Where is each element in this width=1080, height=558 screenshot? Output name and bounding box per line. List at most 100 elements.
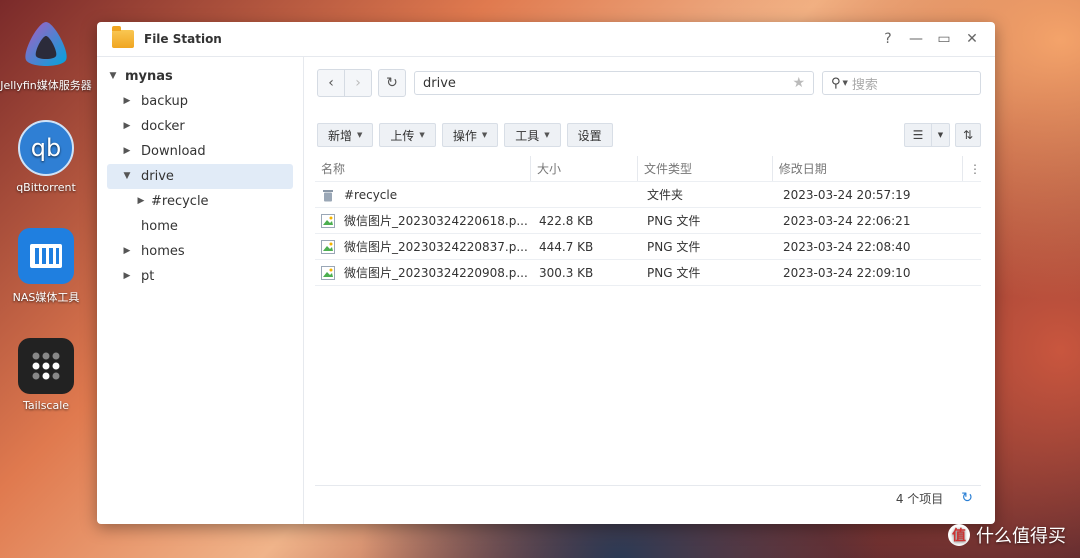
column-header-size[interactable]: 大小	[531, 156, 639, 181]
file-station-window: File Station ? — ▭ ✕ ▼ mynas ▶ backup ▶ …	[97, 22, 995, 524]
trash-icon	[323, 189, 333, 201]
button-label: 上传	[390, 128, 415, 143]
settings-button[interactable]: 设置	[566, 123, 613, 147]
watermark-text: 什么值得买	[976, 526, 1066, 547]
view-mode-dropdown[interactable]: ▼	[932, 123, 950, 147]
file-name: 微信图片_20230324220837.p...	[344, 240, 528, 254]
forward-button[interactable]: ›	[345, 69, 372, 97]
list-view-button[interactable]: ☰	[904, 123, 932, 147]
file-modified: 2023-03-24 20:57:19	[783, 187, 911, 202]
column-menu-button[interactable]: ⋮	[963, 156, 981, 181]
caret-down-icon[interactable]: ▼	[843, 79, 848, 87]
caret-down-icon: ▼	[937, 131, 944, 139]
tree-label: docker	[141, 119, 185, 134]
tree-label: drive	[141, 169, 174, 184]
caret-right-icon[interactable]: ▶	[121, 264, 133, 289]
nas-media-tool-icon	[18, 228, 74, 284]
search-input[interactable]: ⚲ ▼ 搜索	[822, 71, 981, 95]
caret-down-icon[interactable]: ▼	[107, 64, 119, 89]
table-header: 名称 大小 文件类型 修改日期 ⋮	[315, 156, 981, 182]
image-file-icon	[321, 239, 335, 254]
new-button[interactable]: 新增 ▼	[317, 123, 374, 147]
file-size: 300.3 KB	[539, 265, 594, 280]
caret-down-icon[interactable]: ▼	[121, 164, 133, 189]
window-title: File Station	[144, 32, 222, 46]
column-header-type[interactable]: 文件类型	[638, 156, 773, 181]
caret-right-icon[interactable]: ▶	[121, 114, 133, 139]
qbittorrent-icon: qb	[18, 120, 74, 176]
close-button[interactable]: ✕	[965, 31, 979, 47]
status-bar: 4 个项目 ↻	[315, 485, 981, 510]
tree-item-homes[interactable]: ▶ homes	[107, 239, 293, 264]
file-name: 微信图片_20230324220908.p...	[344, 266, 528, 280]
caret-down-icon: ▼	[481, 131, 488, 139]
caret-right-icon[interactable]: ▶	[121, 139, 133, 164]
tree-item-home[interactable]: home	[107, 214, 293, 239]
tree-label: Download	[141, 144, 206, 159]
table-row[interactable]: 微信图片_20230324220837.p... 444.7 KB PNG 文件…	[315, 234, 981, 260]
search-icon[interactable]: ⚲	[831, 76, 841, 91]
chevron-left-icon: ‹	[328, 75, 334, 91]
sort-button[interactable]: ⇅	[955, 123, 981, 147]
button-label: 工具	[515, 128, 540, 143]
toolbar: 新增 ▼ 上传 ▼ 操作 ▼ 工具 ▼ 设置 ☰ ▼ ⇅	[317, 123, 981, 147]
table-row[interactable]: #recycle 文件夹 2023-03-24 20:57:19	[315, 182, 981, 208]
caret-right-icon[interactable]: ▶	[121, 89, 133, 114]
file-name: 微信图片_20230324220618.p...	[344, 214, 528, 228]
file-type: PNG 文件	[647, 240, 701, 254]
upload-button[interactable]: 上传 ▼	[379, 123, 436, 147]
tree-item-docker[interactable]: ▶ docker	[107, 114, 293, 139]
desktop-icon-qbittorrent[interactable]: qb qBittorrent	[0, 120, 92, 194]
tree-label: pt	[141, 269, 155, 284]
window-titlebar[interactable]: File Station ? — ▭ ✕	[97, 22, 995, 57]
star-icon[interactable]: ★	[792, 75, 805, 91]
sort-icon: ⇅	[962, 128, 974, 142]
maximize-button[interactable]: ▭	[937, 31, 951, 47]
desktop-icon-label: Jellyfin媒体服务器	[0, 79, 92, 92]
action-button[interactable]: 操作 ▼	[441, 123, 499, 147]
watermark-badge: 值	[948, 524, 970, 546]
tree-label: home	[141, 219, 178, 234]
back-button[interactable]: ‹	[317, 69, 345, 97]
tree-item-download[interactable]: ▶ Download	[107, 139, 293, 164]
chevron-right-icon: ›	[355, 75, 361, 91]
file-modified: 2023-03-24 22:09:10	[783, 265, 911, 280]
more-vertical-icon: ⋮	[969, 161, 982, 176]
item-count: 4 个项目	[895, 491, 944, 506]
jellyfin-icon	[18, 16, 74, 72]
refresh-icon[interactable]: ↻	[961, 490, 973, 506]
minimize-button[interactable]: —	[909, 31, 923, 47]
file-name: #recycle	[344, 187, 398, 202]
tree-root-mynas[interactable]: ▼ mynas	[107, 64, 293, 89]
desktop-icon-nas-media-tool[interactable]: NAS媒体工具	[0, 228, 92, 305]
caret-down-icon: ▼	[544, 131, 550, 139]
tools-button[interactable]: 工具 ▼	[504, 123, 561, 147]
desktop-icon-label: qBittorrent	[16, 181, 76, 194]
desktop-icon-tailscale[interactable]: Tailscale	[0, 338, 92, 412]
tree-item-backup[interactable]: ▶ backup	[107, 89, 293, 114]
file-size: 422.8 KB	[539, 213, 594, 228]
refresh-button[interactable]: ↻	[378, 69, 406, 97]
tree-item-pt[interactable]: ▶ pt	[107, 264, 293, 289]
button-label: 设置	[577, 128, 602, 143]
tree-item-drive[interactable]: ▼ drive	[107, 164, 293, 189]
table-row[interactable]: 微信图片_20230324220618.p... 422.8 KB PNG 文件…	[315, 208, 981, 234]
table-row[interactable]: 微信图片_20230324220908.p... 300.3 KB PNG 文件…	[315, 260, 981, 286]
column-header-name[interactable]: 名称	[315, 156, 531, 181]
tree-item-recycle[interactable]: ▶ #recycle	[107, 189, 293, 214]
path-input[interactable]: drive ★	[414, 71, 814, 95]
column-header-modified[interactable]: 修改日期	[773, 156, 964, 181]
list-view-icon: ☰	[912, 128, 924, 142]
caret-right-icon[interactable]: ▶	[121, 239, 133, 264]
desktop-icon-jellyfin[interactable]: Jellyfin媒体服务器	[0, 16, 92, 93]
file-table: 名称 大小 文件类型 修改日期 ⋮ #recycle 文件夹 2023-03-2…	[315, 156, 981, 286]
watermark: 值 什么值得买	[948, 522, 1066, 548]
navigation-bar: ‹ › ↻ drive ★ ⚲ ▼ 搜索	[317, 69, 981, 97]
desktop-icon-label: NAS媒体工具	[12, 291, 80, 304]
file-modified: 2023-03-24 22:08:40	[783, 239, 911, 254]
folder-tree: ▼ mynas ▶ backup ▶ docker ▶ Download ▼ d…	[97, 57, 304, 524]
image-file-icon	[321, 213, 335, 228]
file-size: 444.7 KB	[539, 239, 594, 254]
help-button[interactable]: ?	[881, 31, 895, 47]
caret-right-icon[interactable]: ▶	[135, 189, 147, 214]
